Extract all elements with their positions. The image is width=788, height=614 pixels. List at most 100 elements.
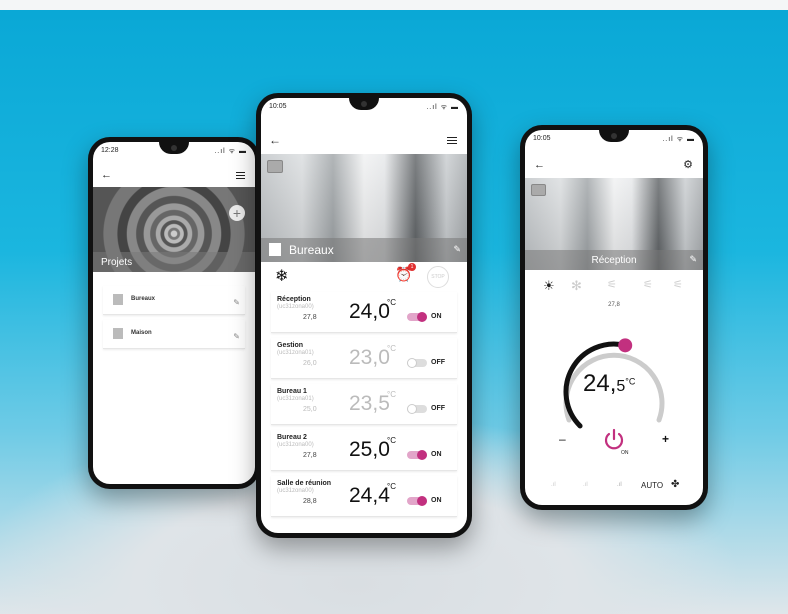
camera-icon[interactable] xyxy=(531,184,546,196)
zone-detail-screen: 10:05 ..ıl ᯤ ▬ ← ⚙ Réception ✎ ☀ ✻ ⚟ ⚟ ⚟… xyxy=(525,130,703,505)
projects-title: Projets xyxy=(101,257,133,268)
zone-power-toggle[interactable] xyxy=(407,358,427,368)
zone-power-toggle[interactable] xyxy=(407,312,427,322)
zone-temperature: 23,5 xyxy=(349,392,390,416)
status-bar: 12:28 ..ıl ᯤ ▬ xyxy=(93,144,255,158)
fan-icon[interactable]: ✤ xyxy=(671,479,679,490)
stop-label: STOP xyxy=(431,274,445,280)
fan-speed-high-icon[interactable]: .ıl xyxy=(617,482,622,488)
add-project-button[interactable]: + xyxy=(229,205,245,221)
power-icon xyxy=(604,428,624,450)
dial-handle xyxy=(618,338,633,353)
status-signal-icon: ..ıl ᯤ ▬ xyxy=(214,148,247,155)
zone-title: Réception xyxy=(591,255,637,266)
zone-row[interactable]: Gestion (uc31zona01) 26,0 23,0 °C OFF xyxy=(271,338,457,379)
fan-speed-mid-icon[interactable]: .ıl xyxy=(583,482,588,488)
building-icon xyxy=(113,328,123,339)
power-button[interactable]: ON xyxy=(603,428,633,458)
snowflake-icon[interactable]: ✻ xyxy=(571,278,582,294)
phone-zone-detail: 10:05 ..ıl ᯤ ▬ ← ⚙ Réception ✎ ☀ ✻ ⚟ ⚟ ⚟… xyxy=(520,125,708,510)
edit-pencil-icon[interactable]: ✎ xyxy=(689,254,697,265)
zone-setpoint: 26,0 xyxy=(303,360,317,367)
zone-temperature: 24,4 xyxy=(349,484,390,508)
zone-temp-unit: °C xyxy=(387,390,396,399)
zone-id: (uc31zona01) xyxy=(277,396,314,402)
phone-projects: 12:28 ..ıl ᯤ ▬ ← Projets + Bureaux ✎ Mai… xyxy=(88,137,260,489)
zone-row[interactable]: Salle de réunion (uc31zona00) 28,8 24,4 °C ON xyxy=(271,476,457,517)
zone-state-label: OFF xyxy=(431,405,445,412)
back-arrow-icon[interactable]: ← xyxy=(269,134,281,146)
zone-temp-integer: 24, xyxy=(349,300,379,323)
zone-state-label: ON xyxy=(431,451,442,458)
zone-power-toggle[interactable] xyxy=(407,404,427,414)
snowflake-mode-icon[interactable]: ❄ xyxy=(275,266,288,286)
zone-row[interactable]: Réception (uc31zona00) 27,8 24,0 °C ON xyxy=(271,292,457,333)
heat-cool-icon[interactable]: ⚟ xyxy=(643,278,653,291)
minus-button[interactable]: – xyxy=(559,432,566,446)
back-arrow-icon[interactable]: ← xyxy=(534,160,545,171)
status-time: 10:05 xyxy=(269,103,287,110)
zone-id: (uc31zona00) xyxy=(277,304,314,310)
zone-temp-integer: 23, xyxy=(349,346,379,369)
mode-row: ☀ ✻ ⚟ ⚟ ⚟ xyxy=(525,278,703,294)
zone-setpoint: 28,8 xyxy=(303,498,317,505)
stop-button[interactable]: STOP xyxy=(427,266,449,288)
bureaux-title: Bureaux xyxy=(289,243,334,257)
phone-zones-list: 10:05 ..ıl ᯤ ▬ ← Bureaux ✎ ❄ ⏰ 1 STOP Ré… xyxy=(256,93,472,538)
back-arrow-icon[interactable]: ← xyxy=(101,170,112,181)
fan-speed-low-icon[interactable]: .ıl xyxy=(551,482,556,488)
zone-row[interactable]: Bureau 2 (uc31zona00) 27,8 25,0 °C ON xyxy=(271,430,457,471)
zone-state-label: OFF xyxy=(431,359,445,366)
toggle-knob xyxy=(417,496,427,506)
current-temperature: 24,5°C xyxy=(583,370,635,398)
building-icon xyxy=(113,294,123,305)
toggle-knob xyxy=(407,358,417,368)
alarm-clock-button[interactable]: ⏰ 1 xyxy=(395,263,416,284)
fan-auto-label[interactable]: AUTO xyxy=(641,481,663,490)
menu-icon[interactable] xyxy=(447,137,457,145)
zone-temp-unit: °C xyxy=(387,344,396,353)
zone-name: Réception xyxy=(277,296,311,303)
heat-mode-icon[interactable]: ⚟ xyxy=(607,278,617,291)
project-label: Maison xyxy=(131,330,152,336)
temp-unit: °C xyxy=(625,376,636,387)
zone-setpoint: 27,8 xyxy=(303,314,317,321)
zone-header-image: Réception ✎ xyxy=(525,178,703,270)
zone-temp-integer: 24, xyxy=(349,484,379,507)
menu-icon[interactable] xyxy=(236,172,245,179)
status-bar: 10:05 ..ıl ᯤ ▬ xyxy=(261,100,467,114)
edit-pencil-icon[interactable]: ✎ xyxy=(233,298,240,307)
power-state-label: ON xyxy=(621,450,629,456)
camera-icon[interactable] xyxy=(267,160,283,173)
edit-pencil-icon[interactable]: ✎ xyxy=(453,244,461,255)
dry-mode-icon[interactable]: ⚟ xyxy=(673,278,683,291)
zone-name: Bureau 1 xyxy=(277,388,307,395)
projects-screen: 12:28 ..ıl ᯤ ▬ ← Projets + Bureaux ✎ Mai… xyxy=(93,142,255,484)
project-row[interactable]: Maison ✎ xyxy=(103,320,245,349)
gear-icon[interactable]: ⚙ xyxy=(683,160,693,171)
zone-id: (uc31zona00) xyxy=(277,488,314,494)
zones-list-screen: 10:05 ..ıl ᯤ ▬ ← Bureaux ✎ ❄ ⏰ 1 STOP Ré… xyxy=(261,98,467,533)
temp-decimal: 5 xyxy=(616,378,626,395)
fan-speed-row: .ıl .ıl .ıl AUTO ✤ xyxy=(525,479,703,494)
status-bar: 10:05 ..ıl ᯤ ▬ xyxy=(525,132,703,146)
zone-temp-unit: °C xyxy=(387,298,396,307)
building-icon xyxy=(269,243,281,256)
sun-icon[interactable]: ☀ xyxy=(543,278,555,294)
zone-temp-integer: 25, xyxy=(349,438,379,461)
status-signal-icon: ..ıl ᯤ ▬ xyxy=(662,136,695,143)
project-row[interactable]: Bureaux ✎ xyxy=(103,286,245,315)
status-signal-icon: ..ıl ᯤ ▬ xyxy=(426,104,459,111)
project-label: Bureaux xyxy=(131,296,156,302)
zone-name: Salle de réunion xyxy=(277,480,332,487)
edit-pencil-icon[interactable]: ✎ xyxy=(233,332,240,341)
zone-temp-unit: °C xyxy=(387,482,396,491)
zone-power-toggle[interactable] xyxy=(407,496,427,506)
zone-state-label: ON xyxy=(431,313,442,320)
plus-button[interactable]: + xyxy=(662,432,669,446)
zone-temperature: 24,0 xyxy=(349,300,390,324)
zone-row[interactable]: Bureau 1 (uc31zona01) 25,0 23,5 °C OFF xyxy=(271,384,457,425)
alarm-badge: 1 xyxy=(408,263,416,271)
zone-power-toggle[interactable] xyxy=(407,450,427,460)
toggle-knob xyxy=(417,450,427,460)
